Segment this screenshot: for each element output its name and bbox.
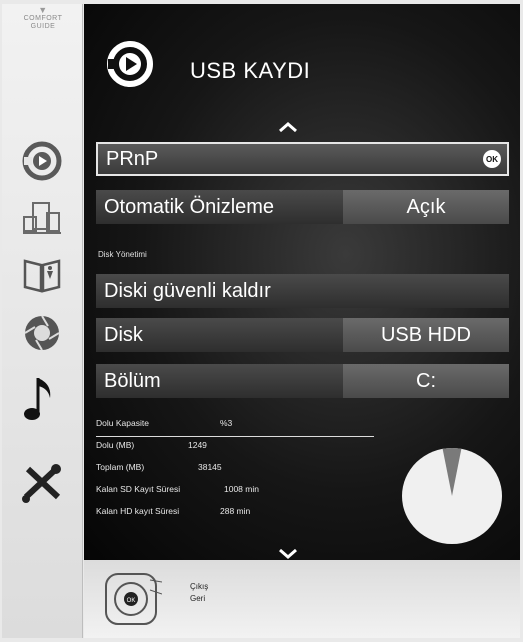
tools-icon[interactable] (18, 460, 66, 506)
disk-value[interactable]: USB HDD (343, 318, 509, 352)
page-title: USB KAYDI (190, 58, 311, 83)
info-value: 1249 (188, 440, 207, 450)
info-total: Toplam (MB) 38145 (96, 462, 222, 472)
back-label: Geri (190, 594, 206, 603)
info-label: Kalan SD Kayıt Süresi (96, 484, 181, 494)
footer-bar: OK Çıkış Geri (84, 560, 520, 638)
menu-item-safe-remove[interactable]: Diski güvenli kaldır (96, 274, 509, 308)
menu-item-label: Bölüm (104, 369, 161, 392)
info-label: Toplam (MB) (96, 462, 145, 472)
comfort-guide-button[interactable]: ▼ COMFORT GUIDE (12, 6, 74, 31)
menu-item-label: Otomatik Önizleme (104, 195, 275, 218)
menu-item-partition[interactable]: Bölüm C: (96, 364, 509, 398)
scroll-up-icon[interactable] (276, 120, 300, 134)
info-capacity: Dolu Kapasite %3 (96, 418, 232, 428)
remote-control-icon: OK (105, 573, 162, 625)
auto-preview-value[interactable]: Açık (343, 190, 509, 224)
ok-icon: OK (483, 150, 501, 168)
section-title: Disk Yönetimi (98, 250, 147, 259)
menu-item-label: PRnP (106, 147, 159, 170)
info-value: %3 (220, 418, 233, 428)
arrow-down-icon: ▼ (38, 5, 48, 15)
record-icon (106, 40, 154, 88)
record-icon[interactable] (18, 138, 66, 184)
info-value: 288 min (220, 506, 251, 516)
osd-frame: ▼ COMFORT GUIDE USB KAYDI PRnP OK Otomat… (0, 0, 523, 642)
info-label: Dolu (MB) (96, 440, 135, 450)
lens-icon[interactable] (18, 310, 66, 356)
music-icon[interactable] (18, 376, 66, 422)
info-label: Kalan HD kayıt Süresi (96, 506, 180, 516)
divider (96, 436, 374, 437)
menu-item-prnp[interactable]: PRnP OK (96, 142, 509, 176)
comfort-guide-label: COMFORT GUIDE (23, 15, 63, 30)
info-hd-time: Kalan HD kayıt Süresi 288 min (96, 506, 250, 516)
info-value: 1008 min (224, 484, 259, 494)
book-icon[interactable] (18, 252, 66, 298)
info-label: Dolu Kapasite (96, 418, 149, 428)
devices-icon[interactable] (18, 196, 66, 242)
comfort-guide-sidebar: ▼ COMFORT GUIDE (2, 4, 83, 638)
partition-value[interactable]: C: (343, 364, 509, 398)
info-used: Dolu (MB) 1249 (96, 440, 207, 450)
usb-recording-panel: USB KAYDI PRnP OK Otomatik Önizleme Açık… (84, 4, 520, 560)
svg-text:OK: OK (127, 598, 136, 604)
disk-usage-pie (402, 447, 502, 544)
menu-item-auto-preview[interactable]: Otomatik Önizleme Açık (96, 190, 509, 224)
menu-item-label: Diski güvenli kaldır (104, 279, 271, 302)
exit-label: Çıkış (190, 582, 209, 591)
info-value: 38145 (198, 462, 222, 472)
info-sd-time: Kalan SD Kayıt Süresi 1008 min (96, 484, 259, 494)
menu-item-disk[interactable]: Disk USB HDD (96, 318, 509, 352)
menu-item-label: Disk (104, 323, 143, 346)
scroll-down-icon[interactable] (276, 546, 300, 560)
